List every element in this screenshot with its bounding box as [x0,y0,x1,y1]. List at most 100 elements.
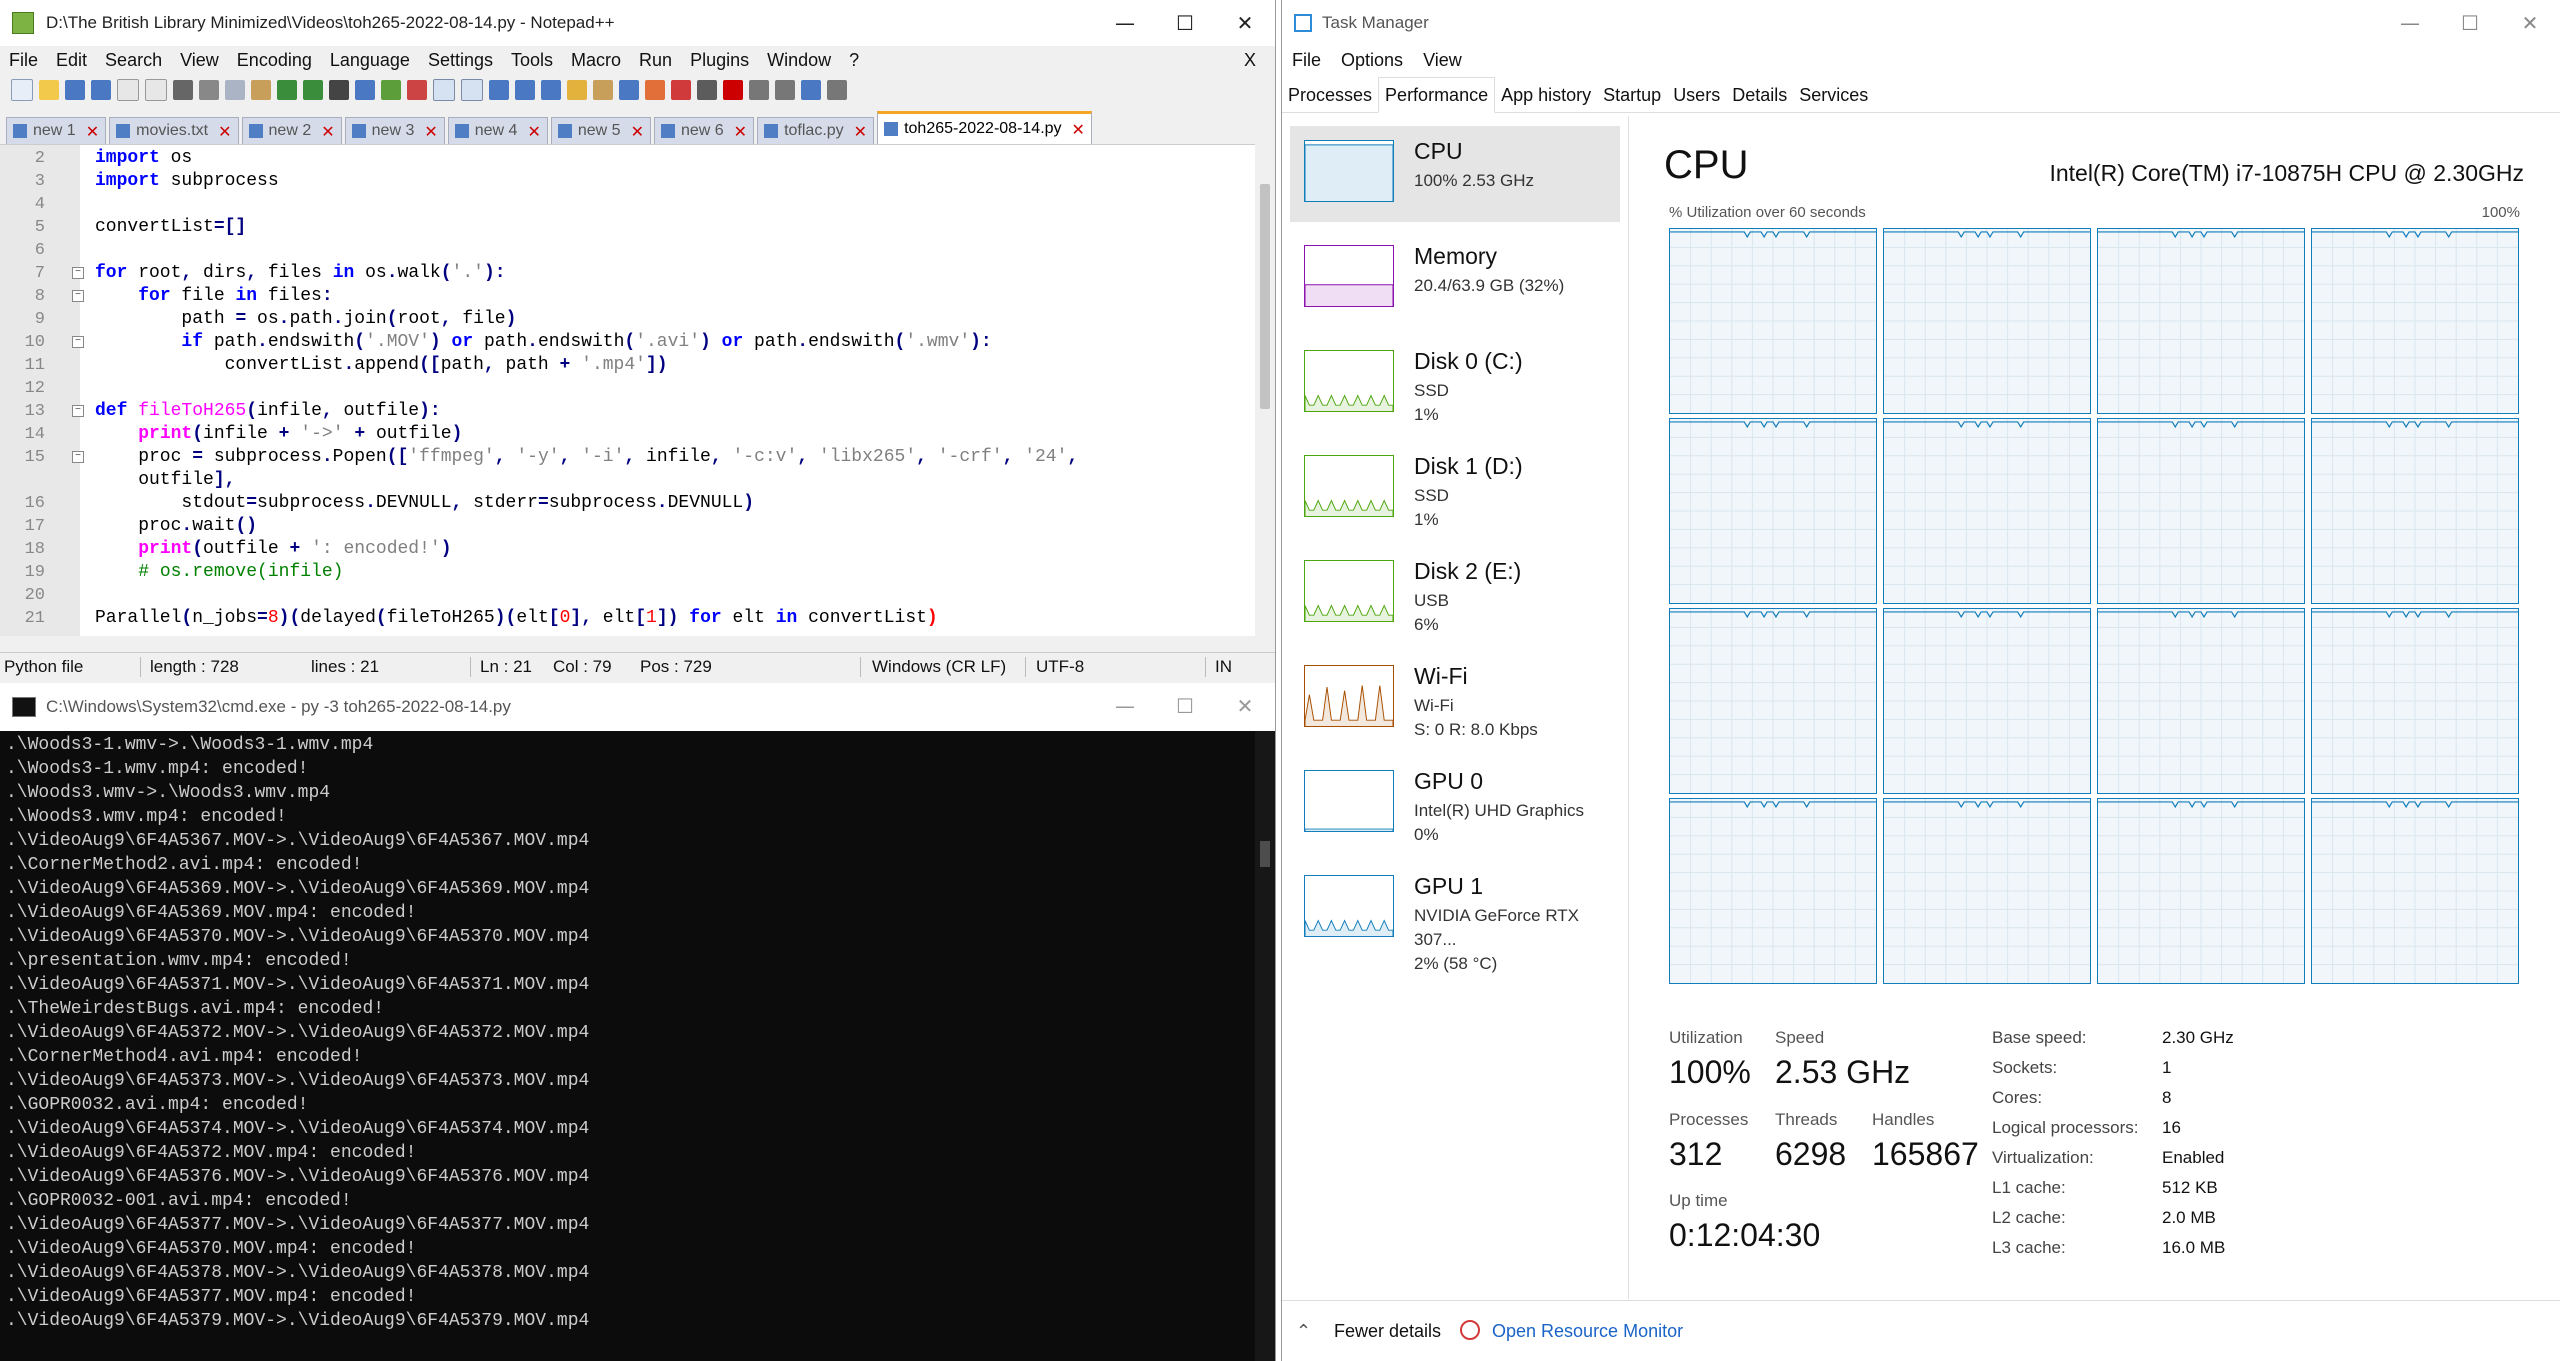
record-macro-icon[interactable] [723,80,743,100]
tab-app-history[interactable]: App history [1495,78,1597,112]
console-scrollbar[interactable] [1255,731,1275,1361]
menu-help[interactable]: ? [840,50,868,71]
open-file-icon[interactable] [39,80,59,100]
tab-new-3[interactable]: new 3 ✕ [345,117,445,144]
perf-item-gpu-1[interactable]: GPU 1 NVIDIA GeForce RTX 307... 2% (58 °C) [1290,861,1620,957]
close-button[interactable]: ✕ [1215,683,1275,729]
maximize-button[interactable]: ☐ [1155,683,1215,729]
find-icon[interactable] [329,80,349,100]
tab-new-6[interactable]: new 6 ✕ [654,117,754,144]
function-list-icon[interactable] [619,80,639,100]
tab-toflac[interactable]: toflac.py ✕ [757,117,874,144]
menu-macro[interactable]: Macro [562,50,630,71]
minimize-button[interactable]: — [1095,683,1155,729]
fold-toggle-icon[interactable]: − [72,405,84,417]
minimize-button[interactable]: — [1095,0,1155,46]
close-button[interactable]: ✕ [1215,0,1275,46]
tab-close-icon[interactable]: ✕ [854,122,867,141]
perf-item-cpu[interactable]: CPU 100% 2.53 GHz [1290,126,1620,222]
open-resource-monitor-link[interactable]: Open Resource Monitor [1492,1321,1683,1342]
menu-file[interactable]: File [0,50,47,71]
document-close-button[interactable]: X [1235,50,1265,71]
undo-icon[interactable] [277,80,297,100]
cmd-titlebar[interactable]: C:\Windows\System32\cmd.exe - py -3 toh2… [0,683,1275,731]
menu-view[interactable]: View [171,50,228,71]
perf-item-disk-1-d[interactable]: Disk 1 (D:) SSD 1% [1290,441,1620,537]
tab-details[interactable]: Details [1726,78,1793,112]
udl-icon[interactable] [567,80,587,100]
tab-close-icon[interactable]: ✕ [527,122,540,141]
perf-item-gpu-0[interactable]: GPU 0 Intel(R) UHD Graphics 0% [1290,756,1620,852]
replace-icon[interactable] [355,80,375,100]
doc-map-icon[interactable] [593,80,613,100]
tab-movies[interactable]: movies.txt ✕ [109,117,238,144]
editor-vertical-scrollbar[interactable] [1255,144,1275,636]
play-macro-icon[interactable] [775,80,795,100]
close-file-icon[interactable] [117,79,139,101]
zoom-out-icon[interactable] [407,80,427,100]
tab-close-icon[interactable]: ✕ [631,122,644,141]
perf-item-wi-fi[interactable]: Wi-Fi Wi-Fi S: 0 R: 8.0 Kbps [1290,651,1620,747]
menu-run[interactable]: Run [630,50,681,71]
tm-menu-view[interactable]: View [1413,50,1472,71]
tab-close-icon[interactable]: ✕ [86,122,99,141]
tab-services[interactable]: Services [1793,78,1874,112]
indent-guide-icon[interactable] [541,80,561,100]
word-wrap-icon[interactable] [489,80,509,100]
tab-toh265[interactable]: toh265-2022-08-14.py ✕ [877,111,1092,144]
sync-horizontal-icon[interactable] [461,79,483,101]
tab-close-icon[interactable]: ✕ [734,122,747,141]
tab-close-icon[interactable]: ✕ [321,122,334,141]
tab-new-4[interactable]: new 4 ✕ [448,117,548,144]
fold-toggle-icon[interactable]: − [72,267,84,279]
menu-plugins[interactable]: Plugins [681,50,758,71]
monitoring-icon[interactable] [671,80,691,100]
tab-close-icon[interactable]: ✕ [218,122,231,141]
zoom-in-icon[interactable] [381,80,401,100]
scrollbar-thumb[interactable] [1260,184,1270,409]
scrollbar-thumb[interactable] [1260,841,1270,867]
fold-toggle-icon[interactable]: − [72,336,84,348]
tm-menu-options[interactable]: Options [1331,50,1413,71]
all-chars-icon[interactable] [515,80,535,100]
tab-new-1[interactable]: new 1 ✕ [6,117,106,144]
tab-users[interactable]: Users [1667,78,1726,112]
save-icon[interactable] [65,80,85,100]
menu-language[interactable]: Language [321,50,419,71]
menu-settings[interactable]: Settings [419,50,502,71]
tm-menu-file[interactable]: File [1282,50,1331,71]
new-file-icon[interactable] [11,79,33,101]
close-all-icon[interactable] [145,79,167,101]
save-all-icon[interactable] [91,80,111,100]
copy-icon[interactable] [225,80,245,100]
tab-close-icon[interactable]: ✕ [424,122,437,141]
print-icon[interactable] [173,80,193,100]
tab-new-5[interactable]: new 5 ✕ [551,117,651,144]
perf-item-disk-2-e[interactable]: Disk 2 (E:) USB 6% [1290,546,1620,642]
paste-icon[interactable] [251,80,271,100]
minimize-button[interactable]: — [2380,0,2440,46]
fold-toggle-icon[interactable]: − [72,451,84,463]
tm-titlebar[interactable]: Task Manager — ☐ ✕ [1282,0,2560,46]
view-icon[interactable] [697,80,717,100]
maximize-button[interactable]: ☐ [1155,0,1215,46]
sync-vertical-icon[interactable] [433,79,455,101]
fewer-details-link[interactable]: Fewer details [1334,1321,1441,1342]
menu-window[interactable]: Window [758,50,840,71]
save-macro-icon[interactable] [827,80,847,100]
editor-horizontal-scrollbar[interactable] [0,636,1256,646]
tab-new-2[interactable]: new 2 ✕ [242,117,342,144]
stop-macro-icon[interactable] [749,80,769,100]
tab-startup[interactable]: Startup [1597,78,1667,112]
console-output[interactable]: .\Woods3-1.wmv->.\Woods3-1.wmv.mp4 .\Wood… [6,733,589,1333]
tab-processes[interactable]: Processes [1282,78,1378,112]
cut-icon[interactable] [199,80,219,100]
menu-encoding[interactable]: Encoding [228,50,321,71]
fold-toggle-icon[interactable]: − [72,290,84,302]
code-editor[interactable]: 2 import os 3 import subprocess 4 5 convert… [0,144,1256,637]
tab-performance[interactable]: Performance [1378,77,1495,113]
redo-icon[interactable] [303,80,323,100]
chevron-up-icon[interactable]: ⌃ [1296,1321,1311,1342]
tab-close-icon[interactable]: ✕ [1072,120,1085,139]
folder-workspace-icon[interactable] [645,80,665,100]
